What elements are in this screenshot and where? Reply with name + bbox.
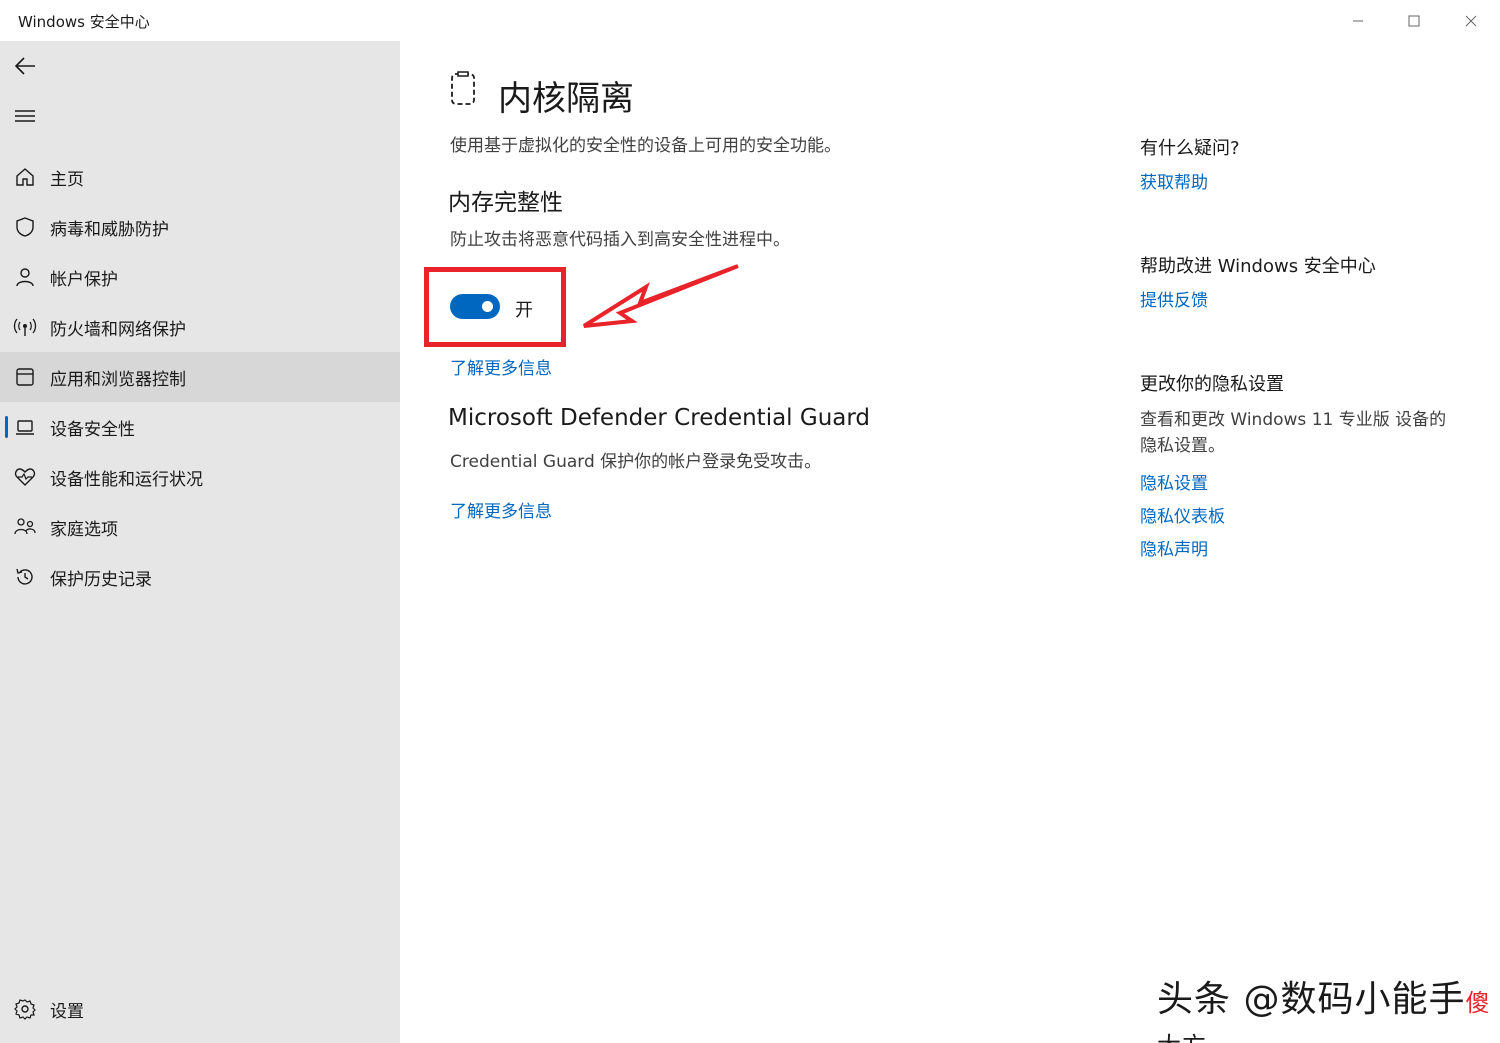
sidebar-item-label: 防火墙和网络保护 <box>50 319 186 340</box>
close-icon <box>1465 15 1477 26</box>
privacy-settings-link[interactable]: 隐私设置 <box>1140 469 1208 494</box>
back-arrow-icon <box>14 57 35 75</box>
sidebar: 主页 病毒和威胁防护 帐户保护 防火墙和网络保护 应用和浏览器控制 设备安全性 … <box>0 41 400 1043</box>
page-description: 使用基于虚拟化的安全性的设备上可用的安全功能。 <box>450 136 841 156</box>
sidebar-item-label: 帐户保护 <box>50 269 118 290</box>
home-icon <box>13 165 37 189</box>
back-button[interactable] <box>0 43 50 89</box>
title-bar: Windows 安全中心 <box>0 0 1500 41</box>
person-icon <box>13 265 37 289</box>
credential-guard-title: Microsoft Defender Credential Guard <box>448 405 871 431</box>
menu-button[interactable] <box>0 93 50 139</box>
sidebar-item-protection-history[interactable]: 保护历史记录 <box>0 552 400 602</box>
app-window-icon <box>13 365 37 389</box>
sidebar-item-settings[interactable]: 设置 <box>0 984 400 1034</box>
sidebar-item-label: 设置 <box>50 1001 84 1022</box>
minimize-button[interactable] <box>1330 0 1386 41</box>
right-pane: 有什么疑问? 获取帮助 帮助改进 Windows 安全中心 提供反馈 更改你的隐… <box>1100 41 1500 1043</box>
watermark-overlay-red: 傻 <box>1465 989 1491 1017</box>
memory-integrity-description: 防止攻击将恶意代码插入到高安全性进程中。 <box>450 230 790 250</box>
get-help-link[interactable]: 获取帮助 <box>1140 168 1208 193</box>
toggle-knob <box>482 301 493 312</box>
maximize-button[interactable] <box>1386 0 1442 41</box>
privacy-heading: 更改你的隐私设置 <box>1140 374 1284 395</box>
close-button[interactable] <box>1443 0 1499 41</box>
shield-icon <box>13 215 37 239</box>
sidebar-item-device-performance[interactable]: 设备性能和运行状况 <box>0 452 400 502</box>
sidebar-item-account-protection[interactable]: 帐户保护 <box>0 252 400 302</box>
sidebar-item-label: 主页 <box>50 169 84 190</box>
sidebar-item-label: 家庭选项 <box>50 519 118 540</box>
annotation-arrow-icon <box>582 264 739 328</box>
give-feedback-link[interactable]: 提供反馈 <box>1140 286 1208 311</box>
laptop-icon <box>13 415 37 439</box>
watermark-overlay-black: 大方 <box>1157 1032 1207 1043</box>
memory-integrity-toggle[interactable] <box>450 294 500 319</box>
sidebar-item-label: 保护历史记录 <box>50 569 152 590</box>
sidebar-item-app-browser-control[interactable]: 应用和浏览器控制 <box>0 352 400 402</box>
improve-heading: 帮助改进 Windows 安全中心 <box>1140 256 1376 277</box>
main-content: 内核隔离 使用基于虚拟化的安全性的设备上可用的安全功能。 内存完整性 防止攻击将… <box>400 41 1100 1043</box>
credential-guard-description: Credential Guard 保护你的帐户登录免受攻击。 <box>450 452 822 472</box>
hamburger-icon <box>15 110 35 122</box>
sidebar-item-label: 应用和浏览器控制 <box>50 369 186 390</box>
sidebar-item-label: 设备性能和运行状况 <box>50 469 203 490</box>
security-center-window: Windows 安全中心 主页 病毒和威胁防护 帐户保护 防火墙和网络保护 应用… <box>0 0 1500 1043</box>
gear-icon <box>13 997 37 1021</box>
toggle-state-label: 开 <box>515 300 533 321</box>
sidebar-item-family-options[interactable]: 家庭选项 <box>0 502 400 552</box>
wireless-antenna-icon <box>13 315 37 339</box>
maximize-icon <box>1408 15 1420 26</box>
watermark: 头条 @数码小能手傻大方 <box>1157 970 1500 1043</box>
sidebar-item-label: 病毒和威胁防护 <box>50 219 169 240</box>
page-title: 内核隔离 <box>498 79 634 119</box>
question-heading: 有什么疑问? <box>1140 138 1240 159</box>
core-isolation-chip-icon <box>451 71 475 105</box>
window-title: Windows 安全中心 <box>18 13 150 31</box>
credential-guard-learn-more-link[interactable]: 了解更多信息 <box>450 497 552 522</box>
privacy-dashboard-link[interactable]: 隐私仪表板 <box>1140 502 1225 527</box>
history-icon <box>13 565 37 589</box>
watermark-text: 头条 @数码小能手 <box>1157 979 1466 1020</box>
sidebar-item-home[interactable]: 主页 <box>0 152 400 202</box>
memory-integrity-learn-more-link[interactable]: 了解更多信息 <box>450 354 552 379</box>
family-icon <box>13 515 37 539</box>
selection-indicator <box>5 416 8 438</box>
minimize-icon <box>1353 20 1363 21</box>
privacy-description: 查看和更改 Windows 11 专业版 设备的隐私设置。 <box>1140 410 1447 456</box>
privacy-statement-link[interactable]: 隐私声明 <box>1140 535 1208 560</box>
memory-integrity-title: 内存完整性 <box>448 190 563 216</box>
sidebar-item-device-security[interactable]: 设备安全性 <box>0 402 400 452</box>
sidebar-item-firewall[interactable]: 防火墙和网络保护 <box>0 302 400 352</box>
sidebar-item-label: 设备安全性 <box>50 419 135 440</box>
heart-pulse-icon <box>13 465 37 489</box>
sidebar-item-virus-protection[interactable]: 病毒和威胁防护 <box>0 202 400 252</box>
